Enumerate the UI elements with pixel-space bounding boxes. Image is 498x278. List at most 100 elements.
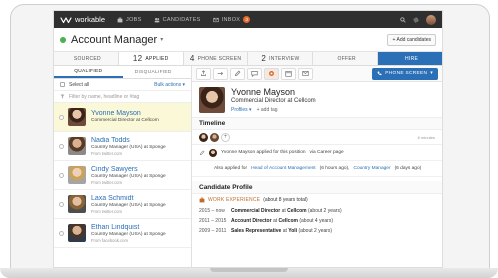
- candidate-select-radio[interactable]: [59, 172, 64, 178]
- top-nav: workable JOBS CANDIDATES INBOX 3: [54, 11, 442, 28]
- stage-applied[interactable]: 12 APPLIED: [118, 52, 184, 65]
- stage-label: APPLIED: [145, 55, 169, 62]
- candidate-role: Country Manager (USA) at Sponge: [91, 144, 166, 150]
- profile-links: Profiles ▾ + add tag: [231, 107, 316, 113]
- work-company: Yoli: [288, 228, 298, 234]
- stage-hire[interactable]: HIRE: [378, 52, 442, 65]
- bulk-actions-dropdown[interactable]: Bulk actions ▾: [154, 82, 185, 88]
- nav-inbox[interactable]: INBOX 3: [212, 16, 251, 23]
- action-toolbar: PHONE SCREEN ▾: [192, 66, 442, 82]
- tab-disqualified[interactable]: DISQUALIFIED: [123, 66, 192, 78]
- tab-disqualified-label: DISQUALIFIED: [134, 69, 172, 75]
- inbox-count-badge: 3: [243, 16, 251, 23]
- work-position: Sales Representative: [231, 228, 282, 234]
- candidate-select-radio[interactable]: [59, 201, 64, 207]
- candidate-row[interactable]: Cindy Sawyers Country Manager (USA) at S…: [54, 161, 191, 190]
- calendar-button[interactable]: [281, 67, 296, 80]
- inbox-icon: [212, 17, 219, 22]
- workable-logo-icon: [60, 16, 72, 23]
- search-icon[interactable]: [400, 16, 406, 23]
- add-tag-link[interactable]: + add tag: [257, 107, 278, 113]
- phone-icon: [377, 71, 382, 76]
- candidate-info: Nadia Todds Country Manager (USA) at Spo…: [91, 137, 166, 156]
- app-screen: workable JOBS CANDIDATES INBOX 3 Account…: [53, 10, 443, 268]
- candidate-row[interactable]: Ethan Lindquist Country Manager (USA) at…: [54, 219, 191, 248]
- stage-interview[interactable]: 2 INTERVIEW: [248, 52, 314, 65]
- candidate-avatar: [68, 108, 86, 126]
- add-participant-button[interactable]: +: [221, 132, 230, 142]
- briefcase-icon: [199, 197, 205, 203]
- candidate-name: Cindy Sawyers: [91, 165, 138, 173]
- move-to-phone-screen-button[interactable]: PHONE SCREEN ▾: [372, 67, 438, 80]
- stage-offer[interactable]: OFFER: [313, 52, 379, 65]
- candidate-name: Yvonne Mayson: [91, 110, 141, 117]
- work-experience-header: WORK EXPERIENCE (about 8 years total): [199, 197, 435, 203]
- nav-right: [400, 14, 436, 25]
- candidate-name: Ethan Lindquist: [91, 223, 140, 231]
- stage-sourced[interactable]: SOURCED: [54, 52, 119, 65]
- job-link[interactable]: Country Manager: [354, 166, 391, 171]
- stage-label: PHONE SCREEN: [197, 55, 242, 62]
- event-prefix: Also applied for: [214, 166, 248, 171]
- candidate-headline: Commercial Director at Cellcom: [231, 97, 316, 104]
- candidate-role: Country Manager (USA) at Sponge: [91, 231, 166, 237]
- timeline-time: 6 minutes: [417, 134, 435, 140]
- select-all-checkbox[interactable]: [60, 82, 65, 87]
- candidate-select-radio[interactable]: [59, 143, 64, 149]
- candidate-avatar: [68, 166, 86, 184]
- work-row: 2009 – 2011 Sales Representative at Yoli…: [199, 226, 435, 236]
- select-all-row: Select all Bulk actions ▾: [54, 79, 191, 91]
- candidate-row[interactable]: Nadia Todds Country Manager (USA) at Spo…: [54, 132, 191, 161]
- pipeline-bar: SOURCED 12 APPLIED 4 PHONE SCREEN 2 INTERVI…: [54, 52, 442, 66]
- tab-qualified-label: QUALIFIED: [74, 68, 103, 74]
- stage-label: INTERVIEW: [269, 55, 300, 62]
- candidate-info: Yvonne Mayson Commercial Director at Cel…: [91, 110, 159, 124]
- work-years: 2015 – now: [199, 208, 225, 214]
- stage-count: 12: [132, 54, 143, 63]
- add-candidates-button[interactable]: + Add candidates: [387, 33, 436, 46]
- timeline-participants: + 6 minutes: [192, 130, 442, 145]
- tab-qualified[interactable]: QUALIFIED: [54, 66, 123, 78]
- candidate-source: From twitter.com: [91, 208, 122, 214]
- laptop-notch: [210, 268, 288, 272]
- work-duration: (about 2 years): [298, 228, 333, 234]
- candidate-select-radio[interactable]: [59, 114, 64, 120]
- job-title[interactable]: Account Manager: [71, 34, 157, 46]
- comment-icon: [251, 71, 258, 77]
- gear-icon[interactable]: [413, 17, 419, 23]
- participant-avatar[interactable]: [210, 132, 219, 142]
- stage-phone-screen[interactable]: 4 PHONE SCREEN: [184, 52, 249, 65]
- evaluate-button[interactable]: [264, 67, 279, 80]
- work-experience-section: WORK EXPERIENCE (about 8 years total) 20…: [192, 194, 442, 236]
- nav-candidates-label: CANDIDATES: [162, 16, 201, 23]
- candidate-select-radio[interactable]: [59, 230, 64, 236]
- stage-label: OFFER: [337, 55, 356, 62]
- work-experience-total: (about 8 years total): [263, 197, 308, 203]
- nav-candidates[interactable]: CANDIDATES: [154, 17, 201, 23]
- filter-icon: [60, 94, 65, 99]
- edit-button[interactable]: [230, 67, 245, 80]
- email-button[interactable]: [298, 67, 313, 80]
- candidate-row[interactable]: Yvonne Mayson Commercial Director at Cel…: [54, 103, 191, 132]
- candidate-row[interactable]: Laxa Schmidt Country Manager (USA) at Sp…: [54, 190, 191, 219]
- job-link[interactable]: Head of Account Management: [251, 166, 316, 171]
- nav-jobs[interactable]: JOBS: [117, 17, 142, 23]
- share-button[interactable]: [196, 67, 211, 80]
- job-status-dot: [60, 36, 66, 43]
- job-title-chevron-down-icon[interactable]: ▾: [160, 36, 163, 43]
- filter-input[interactable]: Filter by name, headline or #tag: [54, 91, 191, 103]
- user-avatar[interactable]: [426, 14, 436, 25]
- move-button[interactable]: [213, 67, 228, 80]
- candidate-avatar: [68, 224, 86, 242]
- profiles-dropdown[interactable]: Profiles ▾: [231, 107, 252, 113]
- app-logo[interactable]: workable: [60, 15, 105, 24]
- move-button-label: PHONE SCREEN: [385, 71, 428, 76]
- stage-count: 4: [189, 54, 195, 63]
- participant-avatar[interactable]: [199, 132, 208, 142]
- candidate-list-panel: QUALIFIED DISQUALIFIED Select all Bulk a…: [54, 66, 192, 267]
- pencil-icon: [234, 70, 241, 77]
- comment-button[interactable]: [247, 67, 262, 80]
- event-mid: (6 hours ago),: [319, 166, 350, 171]
- chevron-down-icon[interactable]: ▾: [430, 71, 433, 76]
- candidate-full-name: Yvonne Mayson: [231, 86, 296, 97]
